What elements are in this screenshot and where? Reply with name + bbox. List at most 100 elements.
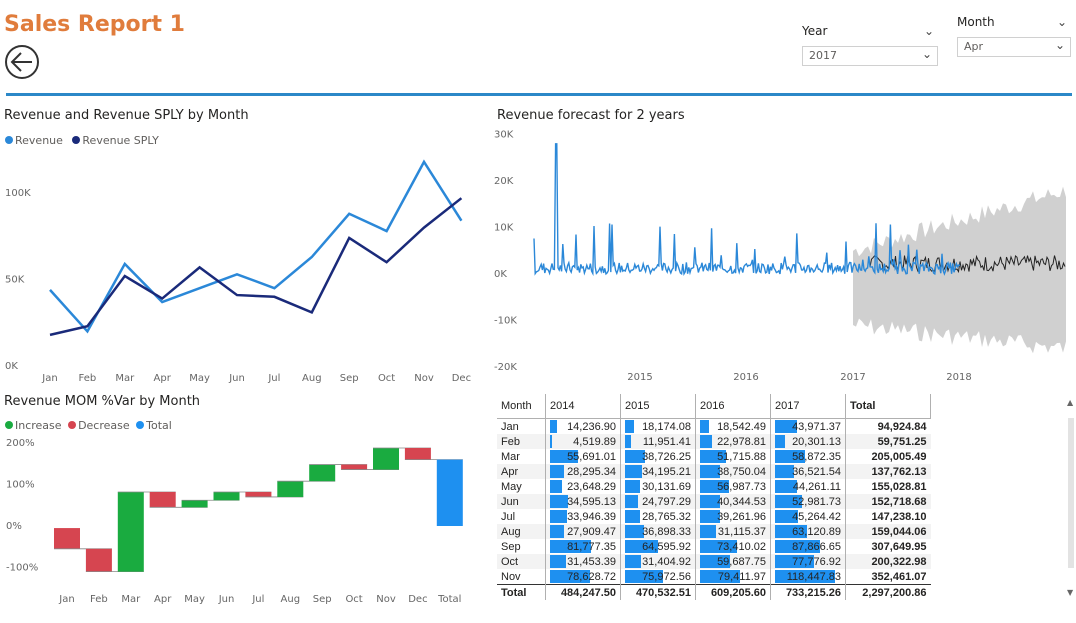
waterfall-bar-decrease[interactable] xyxy=(85,548,112,572)
matrix-header-2015[interactable]: 2015 xyxy=(620,394,696,419)
x-tick-label: Jun xyxy=(228,373,245,384)
data-bar xyxy=(550,420,558,433)
waterfall-bar-total[interactable] xyxy=(436,459,463,526)
matrix-value-text: 28,295.34 xyxy=(567,465,616,478)
waterfall-bar-increase[interactable] xyxy=(213,491,240,501)
x-tick-label: Oct xyxy=(378,373,395,384)
x-tick-label: Nov xyxy=(414,373,434,384)
year-collapse-chevron-icon[interactable]: ⌄ xyxy=(924,24,934,38)
y-tick-label: 0% xyxy=(6,521,22,532)
data-bar xyxy=(550,555,566,568)
waterfall-bar-decrease[interactable] xyxy=(245,491,272,497)
matrix-value-text: 39,261.96 xyxy=(717,510,766,523)
legend-sply[interactable]: Revenue SPLY xyxy=(72,134,159,147)
legend-revenue[interactable]: Revenue xyxy=(5,134,63,147)
matrix-value-text: 38,726.25 xyxy=(642,450,691,463)
matrix-value-cell: 75,972.56 xyxy=(620,569,696,585)
mom-waterfall-chart[interactable]: -100% 0% 100% 200% Jan Feb Mar Apr May Jun Jul Aug S… xyxy=(0,432,480,612)
matrix-value-text: 20,301.13 xyxy=(792,435,841,448)
revenue-line-chart[interactable]: 0K 50K 100K Jan Feb Mar Apr May Jun Jul Aug Sep Oct N… xyxy=(0,150,480,390)
waterfall-bar-increase[interactable] xyxy=(117,491,144,572)
matrix-value-cell: 31,404.92 xyxy=(620,554,696,569)
waterfall-bar-decrease[interactable] xyxy=(404,447,431,460)
matrix-value-cell: 33,946.39 xyxy=(545,509,621,524)
x-tick-label: Feb xyxy=(90,594,108,605)
matrix-value-text: 24,797.29 xyxy=(642,495,691,508)
year-dropdown[interactable]: 2017 ⌄ xyxy=(802,46,938,66)
matrix-scrollbar[interactable]: ▲ ▼ xyxy=(1066,396,1076,604)
legend-total[interactable]: Total xyxy=(136,419,172,432)
matrix-value-cell: 27,909.47 xyxy=(545,524,621,539)
scroll-down-icon[interactable]: ▼ xyxy=(1067,588,1073,597)
matrix-row-total-cell: 159,044.06 xyxy=(845,524,931,539)
back-arrow-icon[interactable] xyxy=(4,44,40,80)
waterfall-bar-decrease[interactable] xyxy=(149,491,176,508)
year-dropdown-chevron-icon: ⌄ xyxy=(921,47,932,61)
legend-decrease-label: Decrease xyxy=(78,419,130,432)
matrix-header-2016[interactable]: 2016 xyxy=(695,394,771,419)
legend-total-dot xyxy=(136,421,145,429)
data-bar xyxy=(775,465,794,478)
matrix-value-text: 64,595.92 xyxy=(642,540,691,553)
data-bar xyxy=(625,420,635,433)
waterfall-bar-decrease[interactable] xyxy=(341,464,368,470)
y-tick-label: -10K xyxy=(494,316,517,327)
matrix-header-2014[interactable]: 2014 xyxy=(545,394,621,419)
month-collapse-chevron-icon[interactable]: ⌄ xyxy=(1057,15,1067,29)
matrix-header-2017[interactable]: 2017 xyxy=(770,394,846,419)
matrix-row-total-cell: 152,718.68 xyxy=(845,494,931,509)
waterfall-bar-increase[interactable] xyxy=(373,447,399,470)
waterfall-bar-decrease[interactable] xyxy=(54,528,80,549)
series-line-sply[interactable] xyxy=(49,197,463,337)
matrix-header-month[interactable]: Month xyxy=(497,394,546,419)
forecast-chart[interactable]: -20K -10K 0K 10K 20K 30K 2015 2016 2017 2018 xyxy=(490,125,1076,387)
scroll-up-icon[interactable]: ▲ xyxy=(1067,398,1073,407)
data-bar xyxy=(550,480,562,493)
matrix-row-total-cell: 94,924.84 xyxy=(877,420,927,433)
matrix-value-cell: 44,261.11 xyxy=(770,479,846,494)
matrix-value-cell: 36,521.54 xyxy=(770,464,846,479)
x-tick-label: Aug xyxy=(281,594,301,605)
matrix-value-cell: 55,691.01 xyxy=(545,449,621,464)
matrix-header-total[interactable]: Total xyxy=(845,394,931,419)
matrix-row-total-cell: 200,322.98 xyxy=(845,554,931,569)
matrix-month-cell: Oct xyxy=(497,554,546,569)
series-line-revenue[interactable] xyxy=(49,159,463,334)
x-tick-label: 2015 xyxy=(627,372,652,383)
matrix-value-cell: 40,344.53 xyxy=(695,494,771,509)
month-dropdown[interactable]: Apr ⌄ xyxy=(957,37,1071,57)
matrix-value-cell: 4,519.89 xyxy=(545,434,621,449)
data-bar xyxy=(550,495,568,508)
matrix-row: Apr 28,295.34 34,195.21 38,750.04 36,521.54 1… xyxy=(497,464,931,479)
matrix-row: Sep 81,777.35 64,595.92 73,410.02 87,866.65 3… xyxy=(497,539,931,554)
matrix-row: Aug 27,909.47 36,898.33 31,115.37 63,120.89 1… xyxy=(497,524,931,539)
x-tick-label: Total xyxy=(437,594,461,605)
matrix-value-text: 40,344.53 xyxy=(717,495,766,508)
matrix-value-text: 77,776.92 xyxy=(792,555,841,568)
x-tick-label: Aug xyxy=(302,373,322,384)
scroll-thumb[interactable] xyxy=(1068,418,1074,568)
x-tick-label: Sep xyxy=(313,594,332,605)
x-tick-label: Jun xyxy=(218,594,235,605)
matrix-value-text: 75,972.56 xyxy=(642,570,691,583)
matrix-row: Jul 33,946.39 28,765.32 39,261.96 45,264.42 1… xyxy=(497,509,931,524)
y-tick-label: 200% xyxy=(6,438,35,449)
x-tick-label: Dec xyxy=(452,373,471,384)
matrix-month-cell: Mar xyxy=(497,449,546,464)
waterfall-bar-increase[interactable] xyxy=(309,464,336,482)
matrix-row: Jan 14,236.90 18,174.08 18,542.49 43,971.37 9… xyxy=(497,418,931,434)
matrix-value-text: 73,410.02 xyxy=(717,540,766,553)
data-bar xyxy=(700,420,710,433)
waterfall-bar-increase[interactable] xyxy=(277,481,304,497)
data-bar xyxy=(625,480,641,493)
legend-revenue-label: Revenue xyxy=(15,134,63,147)
matrix-value-cell: 59,687.75 xyxy=(695,554,771,569)
matrix-grand-total-cell: 2,297,200.86 xyxy=(845,584,931,600)
legend-decrease[interactable]: Decrease xyxy=(68,419,130,432)
data-bar xyxy=(625,555,641,568)
x-tick-label: Mar xyxy=(115,373,135,384)
matrix-value-cell: 52,981.73 xyxy=(770,494,846,509)
waterfall-bar-increase[interactable] xyxy=(181,500,208,508)
legend-increase[interactable]: Increase xyxy=(5,419,62,432)
data-bar xyxy=(550,465,565,478)
